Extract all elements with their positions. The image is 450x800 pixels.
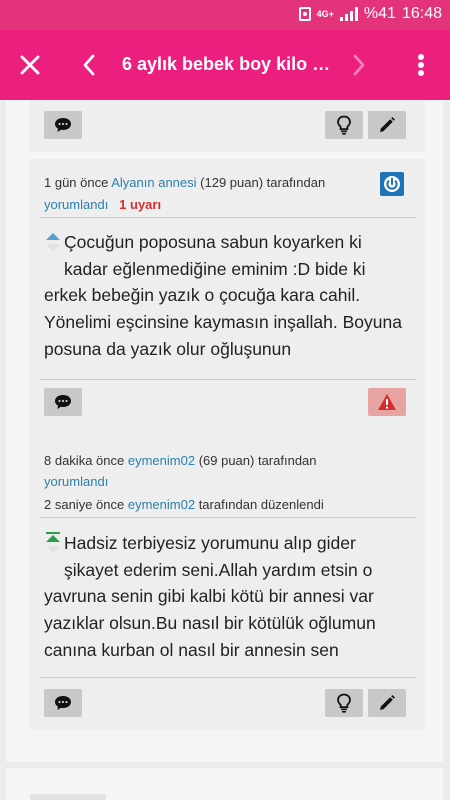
- reply-button[interactable]: [44, 388, 82, 416]
- comment-time: 8 dakika önce: [44, 453, 125, 468]
- pencil-icon: [380, 695, 395, 710]
- divider: [40, 677, 416, 678]
- avatar[interactable]: [380, 172, 404, 196]
- edit-meta: 2 saniye önce eymenim02 tarafından düzen…: [44, 494, 324, 515]
- arrow-forward-icon: [353, 54, 365, 76]
- comment-icon: [55, 696, 71, 710]
- commented-link[interactable]: yorumlandı: [44, 474, 108, 489]
- comments-panel: 1 gün önce Alyanın annesi (129 puan) tar…: [6, 100, 443, 762]
- forward-button[interactable]: [344, 30, 374, 100]
- battery-level: %41: [363, 5, 396, 22]
- comment-body: Çocuğun poposuna sabun koyarken ki kadar…: [44, 229, 409, 363]
- network-type: 4G+: [316, 8, 334, 19]
- edit-time: 2 saniye önce: [44, 497, 125, 512]
- back-button[interactable]: [74, 30, 104, 100]
- next-card: [6, 768, 443, 800]
- author-link[interactable]: Alyanın annesi: [111, 175, 196, 190]
- next-card-placeholder: [30, 794, 106, 800]
- warning-badge: 1 uyarı: [119, 197, 162, 212]
- comment-body: Hadsiz terbiyesiz yorumunu alıp gider şi…: [44, 530, 409, 664]
- comment-card: 8 dakika önce eymenim02 (69 puan) tarafı…: [30, 437, 425, 730]
- clock: 16:48: [401, 5, 442, 22]
- power-icon: [384, 176, 400, 192]
- edit-suffix: tarafından düzenlendi: [198, 497, 324, 512]
- meta-suffix: tarafından: [257, 453, 317, 468]
- comment-icon: [55, 395, 71, 409]
- comment-icon: [55, 118, 71, 132]
- lightbulb-icon: [337, 115, 351, 135]
- flag-button[interactable]: [368, 388, 406, 416]
- signal-icon: [339, 7, 358, 21]
- status-bar: 4G+ %41 16:48: [0, 0, 450, 30]
- page-title: 6 aylık bebek boy kilo no...: [122, 54, 332, 74]
- divider: [40, 379, 416, 380]
- author-points: (69 puan): [198, 453, 255, 468]
- comment-meta: 1 gün önce Alyanın annesi (129 puan) tar…: [44, 172, 325, 193]
- comment-text: Hadsiz terbiyesiz yorumunu alıp gider şi…: [44, 533, 376, 660]
- more-vert-icon: [418, 54, 424, 76]
- photo-notification-icon: [298, 7, 311, 21]
- close-button[interactable]: [12, 30, 48, 100]
- author-link[interactable]: eymenim02: [128, 453, 195, 468]
- edit-button[interactable]: [368, 689, 406, 717]
- close-icon: [20, 55, 40, 75]
- previous-comment-card: [30, 100, 425, 152]
- divider: [40, 517, 416, 518]
- status-icons: 4G+ %41 16:48: [298, 5, 442, 23]
- comment-meta: 8 dakika önce eymenim02 (69 puan) tarafı…: [44, 450, 317, 471]
- warning-icon: [378, 394, 396, 410]
- author-points: (129 puan): [200, 175, 264, 190]
- comment-meta-line2: yorumlandı: [44, 471, 108, 492]
- vote-icon: [46, 532, 60, 553]
- comment-time: 1 gün önce: [44, 175, 109, 190]
- reply-button[interactable]: [44, 111, 82, 139]
- best-answer-button[interactable]: [325, 111, 363, 139]
- arrow-back-icon: [83, 54, 95, 76]
- comment-text: Çocuğun poposuna sabun koyarken ki kadar…: [44, 232, 402, 359]
- editor-link[interactable]: eymenim02: [128, 497, 195, 512]
- pencil-icon: [380, 117, 395, 132]
- app-bar: 6 aylık bebek boy kilo no...: [0, 30, 450, 100]
- vote-widget[interactable]: [44, 530, 62, 560]
- divider: [40, 217, 416, 218]
- overflow-menu-button[interactable]: [404, 30, 438, 100]
- reply-button[interactable]: [44, 689, 82, 717]
- comment-meta-line2: yorumlandı 1 uyarı: [44, 194, 161, 215]
- best-answer-button[interactable]: [325, 689, 363, 717]
- vote-widget[interactable]: [44, 229, 62, 259]
- lightbulb-icon: [337, 693, 351, 713]
- commented-link[interactable]: yorumlandı: [44, 197, 108, 212]
- vote-icon: [46, 233, 60, 251]
- edit-button[interactable]: [368, 111, 406, 139]
- meta-suffix: tarafından: [266, 175, 326, 190]
